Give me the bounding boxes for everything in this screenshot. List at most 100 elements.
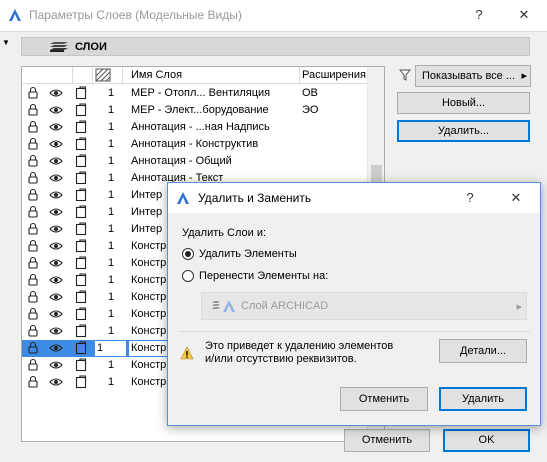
visibility-eye-icon[interactable]: [49, 103, 63, 117]
visibility-eye-icon[interactable]: [49, 171, 63, 185]
visibility-eye-icon[interactable]: [49, 375, 63, 389]
visibility-eye-icon[interactable]: [49, 205, 63, 219]
filter-dropdown[interactable]: Показывать все ... ▸: [415, 65, 531, 87]
intersection-group-cell[interactable]: 1: [108, 291, 114, 303]
wireframe-icon[interactable]: [74, 307, 88, 321]
dialog-delete-button[interactable]: Удалить: [439, 387, 527, 411]
intersection-group-cell[interactable]: 1: [108, 240, 114, 252]
intersection-group-cell[interactable]: 1: [108, 325, 114, 337]
intersection-group-cell[interactable]: 1: [108, 138, 114, 150]
visibility-eye-icon[interactable]: [49, 120, 63, 134]
layer-name-cell[interactable]: Интер: [131, 206, 162, 218]
delete-layer-button[interactable]: Удалить...: [397, 120, 530, 142]
intersection-group-cell[interactable]: 1: [108, 359, 114, 371]
lock-icon[interactable]: [26, 120, 40, 134]
wireframe-icon[interactable]: [74, 86, 88, 100]
layer-name-cell[interactable]: Интер: [131, 223, 162, 235]
wireframe-icon[interactable]: [74, 222, 88, 236]
radio-delete-elements-label[interactable]: Удалить Элементы: [199, 248, 297, 260]
layer-name-cell[interactable]: Констр: [131, 308, 166, 320]
extension-cell[interactable]: ЭO: [302, 104, 318, 116]
intersection-group-cell[interactable]: 1: [108, 189, 114, 201]
intersection-group-cell[interactable]: 1: [94, 340, 127, 357]
cancel-button[interactable]: Отменить: [344, 429, 430, 452]
lock-icon[interactable]: [26, 375, 40, 389]
lock-icon[interactable]: [26, 324, 40, 338]
dialog-close-button[interactable]: ✕: [508, 190, 524, 206]
layer-name-cell[interactable]: Аннотация - ...ная Надпись: [131, 121, 270, 133]
wireframe-icon[interactable]: [74, 120, 88, 134]
lock-icon[interactable]: [26, 103, 40, 117]
wireframe-icon[interactable]: [74, 358, 88, 372]
lock-icon[interactable]: [26, 239, 40, 253]
intersection-group-cell[interactable]: 1: [108, 155, 114, 167]
wireframe-icon[interactable]: [74, 341, 88, 355]
lock-icon[interactable]: [26, 86, 40, 100]
lock-icon[interactable]: [26, 358, 40, 372]
intersection-group-cell[interactable]: 1: [108, 206, 114, 218]
visibility-eye-icon[interactable]: [49, 273, 63, 287]
layer-name-cell[interactable]: Интер: [131, 189, 162, 201]
intersection-group-cell[interactable]: 1: [108, 308, 114, 320]
visibility-eye-icon[interactable]: [49, 341, 63, 355]
lock-icon[interactable]: [26, 222, 40, 236]
lock-icon[interactable]: [26, 341, 40, 355]
lock-icon[interactable]: [26, 256, 40, 270]
details-button[interactable]: Детали...: [439, 339, 527, 363]
intersection-group-cell[interactable]: 1: [108, 172, 114, 184]
extension-cell[interactable]: OB: [302, 87, 318, 99]
intersection-group-cell[interactable]: 1: [108, 87, 114, 99]
layer-name-cell[interactable]: Констр: [131, 274, 166, 286]
help-button[interactable]: ?: [471, 7, 487, 23]
visibility-eye-icon[interactable]: [49, 290, 63, 304]
intersection-group-cell[interactable]: 1: [108, 274, 114, 286]
intersection-group-cell[interactable]: 1: [108, 257, 114, 269]
table-row[interactable]: 1 Аннотация - Конструктив: [22, 136, 368, 153]
intersection-group-cell[interactable]: 1: [108, 121, 114, 133]
header-name[interactable]: Имя Слоя: [131, 69, 182, 81]
visibility-eye-icon[interactable]: [49, 137, 63, 151]
lock-icon[interactable]: [26, 290, 40, 304]
visibility-eye-icon[interactable]: [49, 222, 63, 236]
wireframe-icon[interactable]: [74, 324, 88, 338]
table-row[interactable]: 1 MEP - Элект...борудование ЭO: [22, 102, 368, 119]
close-button[interactable]: ✕: [516, 7, 532, 23]
table-row[interactable]: 1 MEP - Отопл... Вентиляция OB: [22, 85, 368, 102]
layer-name-cell[interactable]: Констр: [131, 240, 166, 252]
table-row[interactable]: 1 Аннотация - ...ная Надпись: [22, 119, 368, 136]
header-extensions[interactable]: Расширения: [302, 69, 366, 81]
wireframe-icon[interactable]: [74, 256, 88, 270]
radio-move-elements-label[interactable]: Перенести Элементы на:: [199, 270, 328, 282]
lock-icon[interactable]: [26, 273, 40, 287]
dialog-cancel-button[interactable]: Отменить: [340, 387, 428, 411]
ok-button[interactable]: OK: [443, 429, 530, 452]
wireframe-icon[interactable]: [74, 137, 88, 151]
layer-name-cell[interactable]: MEP - Элект...борудование: [131, 104, 269, 116]
radio-delete-elements[interactable]: [182, 248, 194, 260]
wireframe-icon[interactable]: [74, 154, 88, 168]
visibility-eye-icon[interactable]: [49, 358, 63, 372]
visibility-eye-icon[interactable]: [49, 307, 63, 321]
lock-icon[interactable]: [26, 188, 40, 202]
layer-name-cell[interactable]: Аннотация - Конструктив: [131, 138, 258, 150]
wireframe-icon[interactable]: [74, 171, 88, 185]
visibility-eye-icon[interactable]: [49, 256, 63, 270]
collapse-arrow-icon[interactable]: ▼: [2, 38, 10, 47]
intersection-group-cell[interactable]: 1: [108, 376, 114, 388]
lock-icon[interactable]: [26, 205, 40, 219]
layer-name-cell[interactable]: Констр: [131, 359, 166, 371]
visibility-eye-icon[interactable]: [49, 154, 63, 168]
lock-icon[interactable]: [26, 171, 40, 185]
visibility-eye-icon[interactable]: [49, 86, 63, 100]
radio-move-elements[interactable]: [182, 270, 194, 282]
layer-name-cell[interactable]: Аннотация - Общий: [131, 155, 232, 167]
wireframe-icon[interactable]: [74, 290, 88, 304]
intersection-group-cell[interactable]: 1: [108, 223, 114, 235]
dialog-help-button[interactable]: ?: [462, 190, 478, 206]
wireframe-icon[interactable]: [74, 103, 88, 117]
visibility-eye-icon[interactable]: [49, 324, 63, 338]
intersection-group-cell[interactable]: 1: [108, 104, 114, 116]
layer-name-cell[interactable]: Констр: [131, 325, 166, 337]
layer-name-cell[interactable]: Констр: [131, 257, 166, 269]
wireframe-icon[interactable]: [74, 188, 88, 202]
